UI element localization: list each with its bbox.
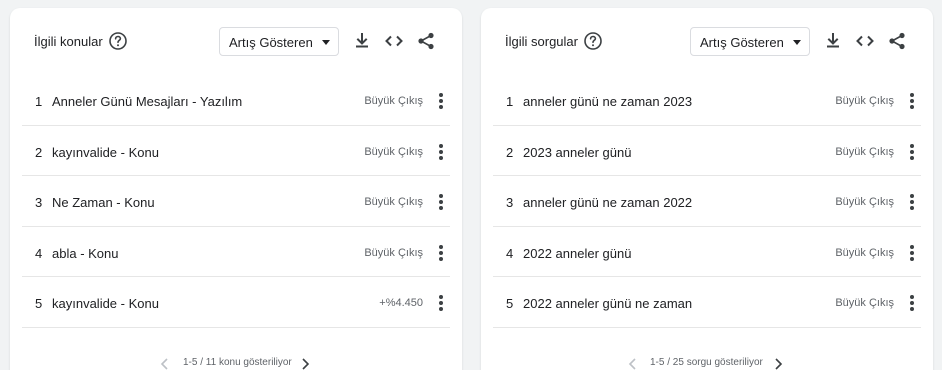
more-vert-icon[interactable] bbox=[438, 193, 444, 211]
more-vert-icon[interactable] bbox=[909, 244, 915, 262]
caret-down-icon bbox=[793, 40, 801, 45]
row-label[interactable]: 2022 anneler günü bbox=[523, 246, 631, 261]
row-rank: 1 bbox=[35, 94, 43, 109]
related-topics-list: 1 Anneler Günü Mesajları - Yazılım Büyük… bbox=[22, 75, 450, 328]
pagination: 1-5 / 25 sorgu gösteriliyor bbox=[481, 353, 933, 370]
embed-code-icon[interactable] bbox=[384, 31, 404, 51]
pagination: 1-5 / 11 konu gösteriliyor bbox=[10, 353, 462, 370]
row-label[interactable]: abla - Konu bbox=[52, 246, 119, 261]
related-queries-header: İlgili sorgular Artış Gösteren bbox=[481, 26, 933, 58]
list-item[interactable]: 2 2023 anneler günü Büyük Çıkış bbox=[493, 126, 921, 176]
pagination-info: 1-5 / 25 sorgu gösteriliyor bbox=[650, 357, 763, 368]
row-value: Büyük Çıkış bbox=[364, 196, 423, 208]
related-topics-card: İlgili konular Artış Gösteren 1 Anneler … bbox=[10, 8, 462, 370]
more-vert-icon[interactable] bbox=[438, 244, 444, 262]
chevron-left-icon[interactable] bbox=[160, 357, 170, 370]
row-rank: 3 bbox=[506, 195, 514, 210]
chevron-right-icon[interactable] bbox=[773, 357, 783, 370]
row-value: Büyük Çıkış bbox=[364, 246, 423, 259]
row-rank: 5 bbox=[506, 296, 514, 311]
row-label[interactable]: kayınvalide - Konu bbox=[52, 296, 159, 311]
row-label[interactable]: Ne Zaman - Konu bbox=[52, 195, 155, 210]
trend-filter-dropdown[interactable]: Artış Gösteren bbox=[219, 27, 339, 56]
pagination-info: 1-5 / 11 konu gösteriliyor bbox=[183, 357, 292, 368]
row-value: Büyük Çıkış bbox=[364, 145, 423, 158]
more-vert-icon[interactable] bbox=[438, 294, 444, 312]
list-item[interactable]: 4 abla - Konu Büyük Çıkış bbox=[22, 227, 450, 277]
row-rank: 2 bbox=[506, 144, 514, 160]
trend-filter-dropdown[interactable]: Artış Gösteren bbox=[690, 27, 810, 56]
more-vert-icon[interactable] bbox=[438, 92, 444, 110]
related-topics-header: İlgili konular Artış Gösteren bbox=[10, 26, 462, 58]
row-label[interactable]: 2022 anneler günü ne zaman bbox=[523, 296, 692, 311]
help-circle-icon[interactable] bbox=[108, 31, 128, 51]
row-rank: 4 bbox=[506, 245, 514, 261]
list-item[interactable]: 3 Ne Zaman - Konu Büyük Çıkış bbox=[22, 176, 450, 227]
row-label[interactable]: Anneler Günü Mesajları - Yazılım bbox=[52, 94, 242, 109]
more-vert-icon[interactable] bbox=[909, 143, 915, 161]
row-rank: 2 bbox=[35, 144, 43, 160]
more-vert-icon[interactable] bbox=[909, 92, 915, 110]
row-value: Büyük Çıkış bbox=[835, 196, 894, 208]
related-topics-title: İlgili konular bbox=[34, 34, 103, 49]
caret-down-icon bbox=[322, 40, 330, 45]
row-label[interactable]: 2023 anneler günü bbox=[523, 145, 631, 160]
row-label[interactable]: anneler günü ne zaman 2022 bbox=[523, 195, 692, 210]
list-item[interactable]: 1 Anneler Günü Mesajları - Yazılım Büyük… bbox=[22, 75, 450, 126]
more-vert-icon[interactable] bbox=[909, 193, 915, 211]
list-item[interactable]: 1 anneler günü ne zaman 2023 Büyük Çıkış bbox=[493, 75, 921, 126]
row-value: Büyük Çıkış bbox=[364, 95, 423, 107]
trend-filter-label: Artış Gösteren bbox=[229, 35, 313, 50]
related-queries-card: İlgili sorgular Artış Gösteren 1 anneler… bbox=[481, 8, 933, 370]
row-value: +%4.450 bbox=[379, 297, 423, 309]
trend-filter-label: Artış Gösteren bbox=[700, 35, 784, 50]
share-icon[interactable] bbox=[887, 31, 907, 51]
download-icon[interactable] bbox=[352, 31, 372, 51]
row-label[interactable]: anneler günü ne zaman 2023 bbox=[523, 94, 692, 109]
row-value: Büyük Çıkış bbox=[835, 246, 894, 259]
row-value: Büyük Çıkış bbox=[835, 145, 894, 158]
chevron-left-icon[interactable] bbox=[628, 357, 638, 370]
share-icon[interactable] bbox=[416, 31, 436, 51]
row-value: Büyük Çıkış bbox=[835, 95, 894, 107]
chevron-right-icon[interactable] bbox=[300, 357, 310, 370]
row-value: Büyük Çıkış bbox=[835, 297, 894, 309]
row-rank: 1 bbox=[506, 94, 514, 109]
list-item[interactable]: 3 anneler günü ne zaman 2022 Büyük Çıkış bbox=[493, 176, 921, 227]
list-item[interactable]: 5 2022 anneler günü ne zaman Büyük Çıkış bbox=[493, 277, 921, 328]
more-vert-icon[interactable] bbox=[438, 143, 444, 161]
row-rank: 3 bbox=[35, 195, 43, 210]
list-item[interactable]: 2 kayınvalide - Konu Büyük Çıkış bbox=[22, 126, 450, 176]
row-rank: 5 bbox=[35, 296, 43, 311]
more-vert-icon[interactable] bbox=[909, 294, 915, 312]
related-queries-title: İlgili sorgular bbox=[505, 34, 578, 49]
row-label[interactable]: kayınvalide - Konu bbox=[52, 145, 159, 160]
row-rank: 4 bbox=[35, 245, 43, 261]
embed-code-icon[interactable] bbox=[855, 31, 875, 51]
download-icon[interactable] bbox=[823, 31, 843, 51]
related-queries-list: 1 anneler günü ne zaman 2023 Büyük Çıkış… bbox=[493, 75, 921, 328]
list-item[interactable]: 5 kayınvalide - Konu +%4.450 bbox=[22, 277, 450, 328]
list-item[interactable]: 4 2022 anneler günü Büyük Çıkış bbox=[493, 227, 921, 277]
help-circle-icon[interactable] bbox=[583, 31, 603, 51]
